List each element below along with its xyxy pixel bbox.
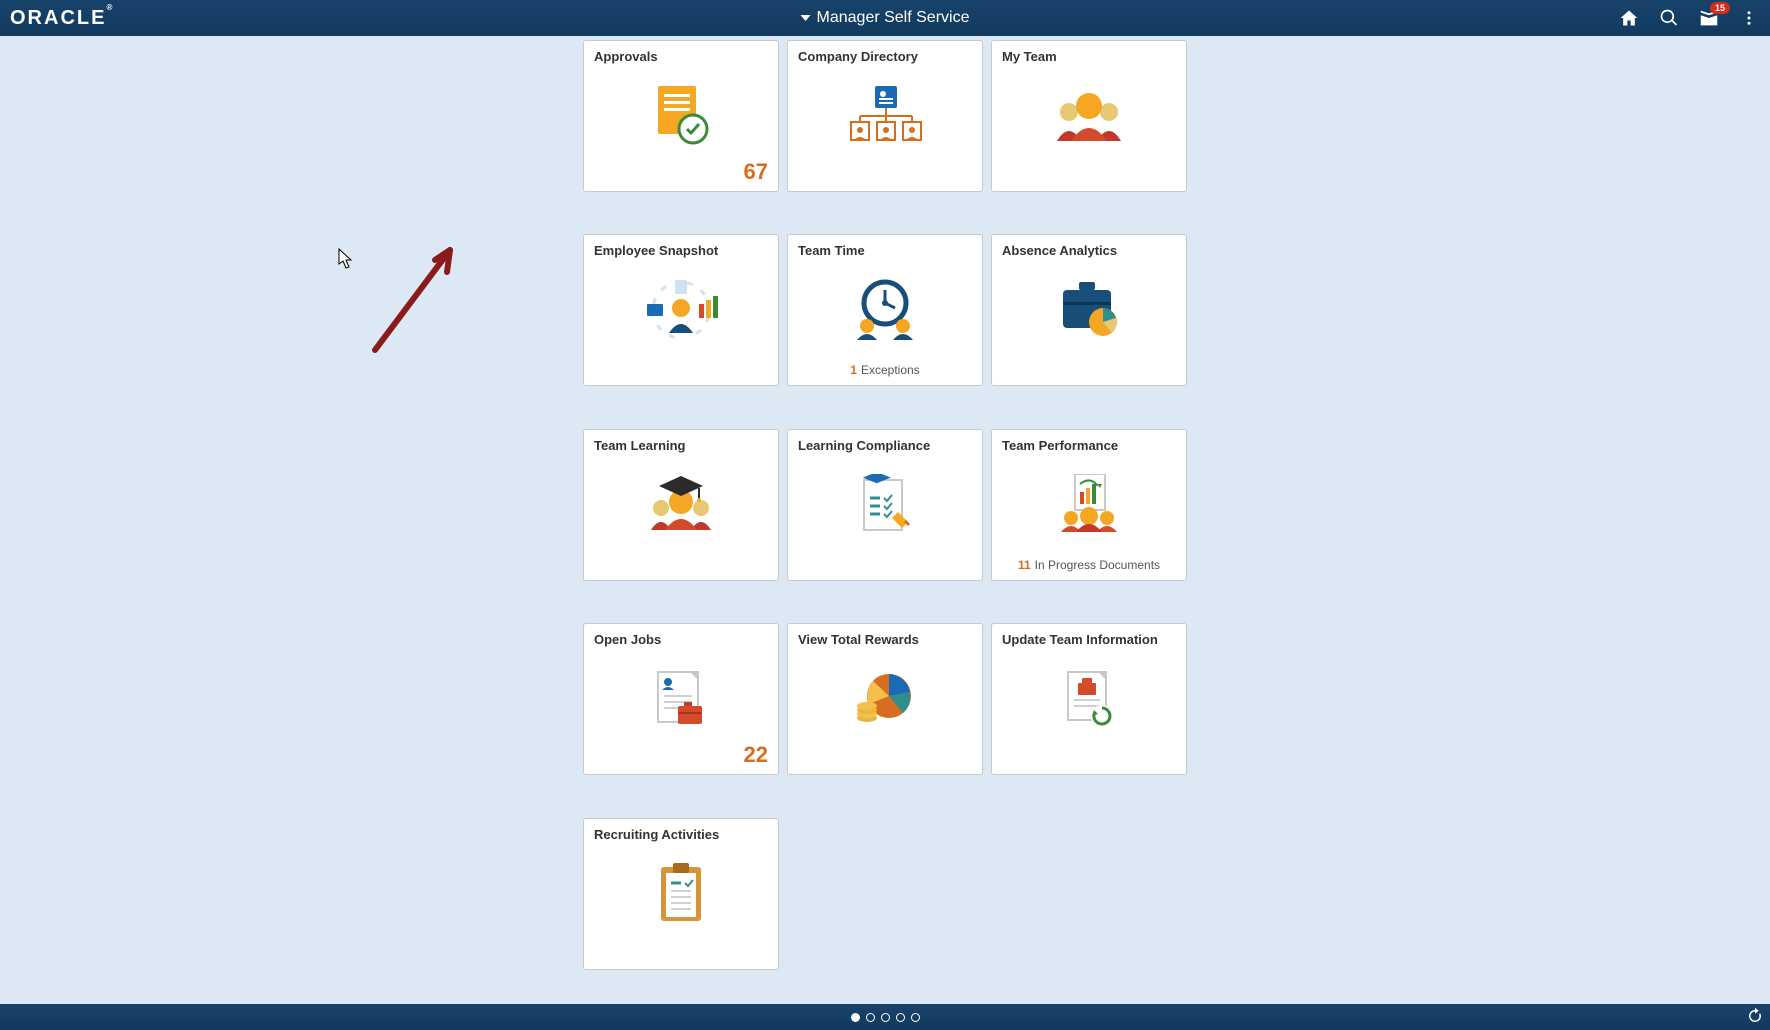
grad-team-icon	[636, 470, 726, 540]
home-icon[interactable]	[1618, 7, 1640, 29]
tile-title: Team Performance	[1002, 438, 1118, 453]
actions-menu-icon[interactable]	[1738, 7, 1760, 29]
content-area: Approvals 67 Company Directory	[0, 36, 1770, 1004]
tile-status: 11In Progress Documents	[992, 558, 1186, 572]
page-dot[interactable]	[896, 1013, 905, 1022]
tile-title: Employee Snapshot	[594, 243, 718, 258]
tile-title: Team Time	[798, 243, 865, 258]
tile-count: 22	[744, 742, 768, 768]
page-title-dropdown[interactable]: Manager Self Service	[801, 9, 970, 27]
page-dot[interactable]	[866, 1013, 875, 1022]
tile-approvals[interactable]: Approvals 67	[583, 40, 779, 192]
tile-update-team-info[interactable]: Update Team Information	[991, 623, 1187, 775]
briefcase-pie-icon	[1044, 275, 1134, 345]
tile-grid: Approvals 67 Company Directory	[583, 40, 1187, 1004]
notifications-badge: 15	[1710, 2, 1730, 14]
page-title: Manager Self Service	[817, 9, 970, 27]
tile-title: View Total Rewards	[798, 632, 919, 647]
jobs-icon	[636, 664, 726, 734]
tile-view-total-rewards[interactable]: View Total Rewards	[787, 623, 983, 775]
tile-company-directory[interactable]: Company Directory	[787, 40, 983, 192]
refresh-icon[interactable]	[1746, 1007, 1764, 1030]
tile-count: 67	[744, 159, 768, 185]
clock-team-icon	[840, 275, 930, 345]
tile-team-learning[interactable]: Team Learning	[583, 429, 779, 581]
tile-title: Team Learning	[594, 438, 686, 453]
tile-title: My Team	[1002, 49, 1057, 64]
page-dot[interactable]	[881, 1013, 890, 1022]
team-icon	[1044, 81, 1134, 151]
org-chart-icon	[840, 81, 930, 151]
tile-title: Approvals	[594, 49, 658, 64]
page-dot[interactable]	[911, 1013, 920, 1022]
tile-status: 1Exceptions	[788, 363, 982, 377]
header-actions: 15	[1618, 7, 1760, 29]
snapshot-icon	[636, 275, 726, 345]
page-dot[interactable]	[851, 1013, 860, 1022]
app-header: ORACLE® Manager Self Service 15	[0, 0, 1770, 36]
tile-open-jobs[interactable]: Open Jobs 22	[583, 623, 779, 775]
performance-icon	[1044, 470, 1134, 540]
tile-title: Open Jobs	[594, 632, 661, 647]
footer-bar	[0, 1004, 1770, 1030]
approvals-icon	[636, 81, 726, 151]
tile-team-time[interactable]: Team Time 1Exceptions	[787, 234, 983, 386]
tile-absence-analytics[interactable]: Absence Analytics	[991, 234, 1187, 386]
clipboard-icon	[636, 859, 726, 929]
tile-title: Recruiting Activities	[594, 827, 719, 842]
tile-title: Absence Analytics	[1002, 243, 1117, 258]
tile-recruiting-activities[interactable]: Recruiting Activities	[583, 818, 779, 970]
compliance-doc-icon	[840, 470, 930, 540]
tile-title: Company Directory	[798, 49, 918, 64]
tile-my-team[interactable]: My Team	[991, 40, 1187, 192]
tile-team-performance[interactable]: Team Performance 11In	[991, 429, 1187, 581]
tile-title: Update Team Information	[1002, 632, 1158, 647]
update-doc-icon	[1044, 664, 1134, 734]
rewards-pie-icon	[840, 664, 930, 734]
tile-learning-compliance[interactable]: Learning Compliance	[787, 429, 983, 581]
search-icon[interactable]	[1658, 7, 1680, 29]
tile-employee-snapshot[interactable]: Employee Snapshot	[583, 234, 779, 386]
notifications-icon[interactable]: 15	[1698, 7, 1720, 29]
caret-down-icon	[801, 15, 811, 21]
oracle-logo: ORACLE®	[0, 7, 114, 30]
page-dots[interactable]	[851, 1013, 920, 1022]
tile-title: Learning Compliance	[798, 438, 930, 453]
